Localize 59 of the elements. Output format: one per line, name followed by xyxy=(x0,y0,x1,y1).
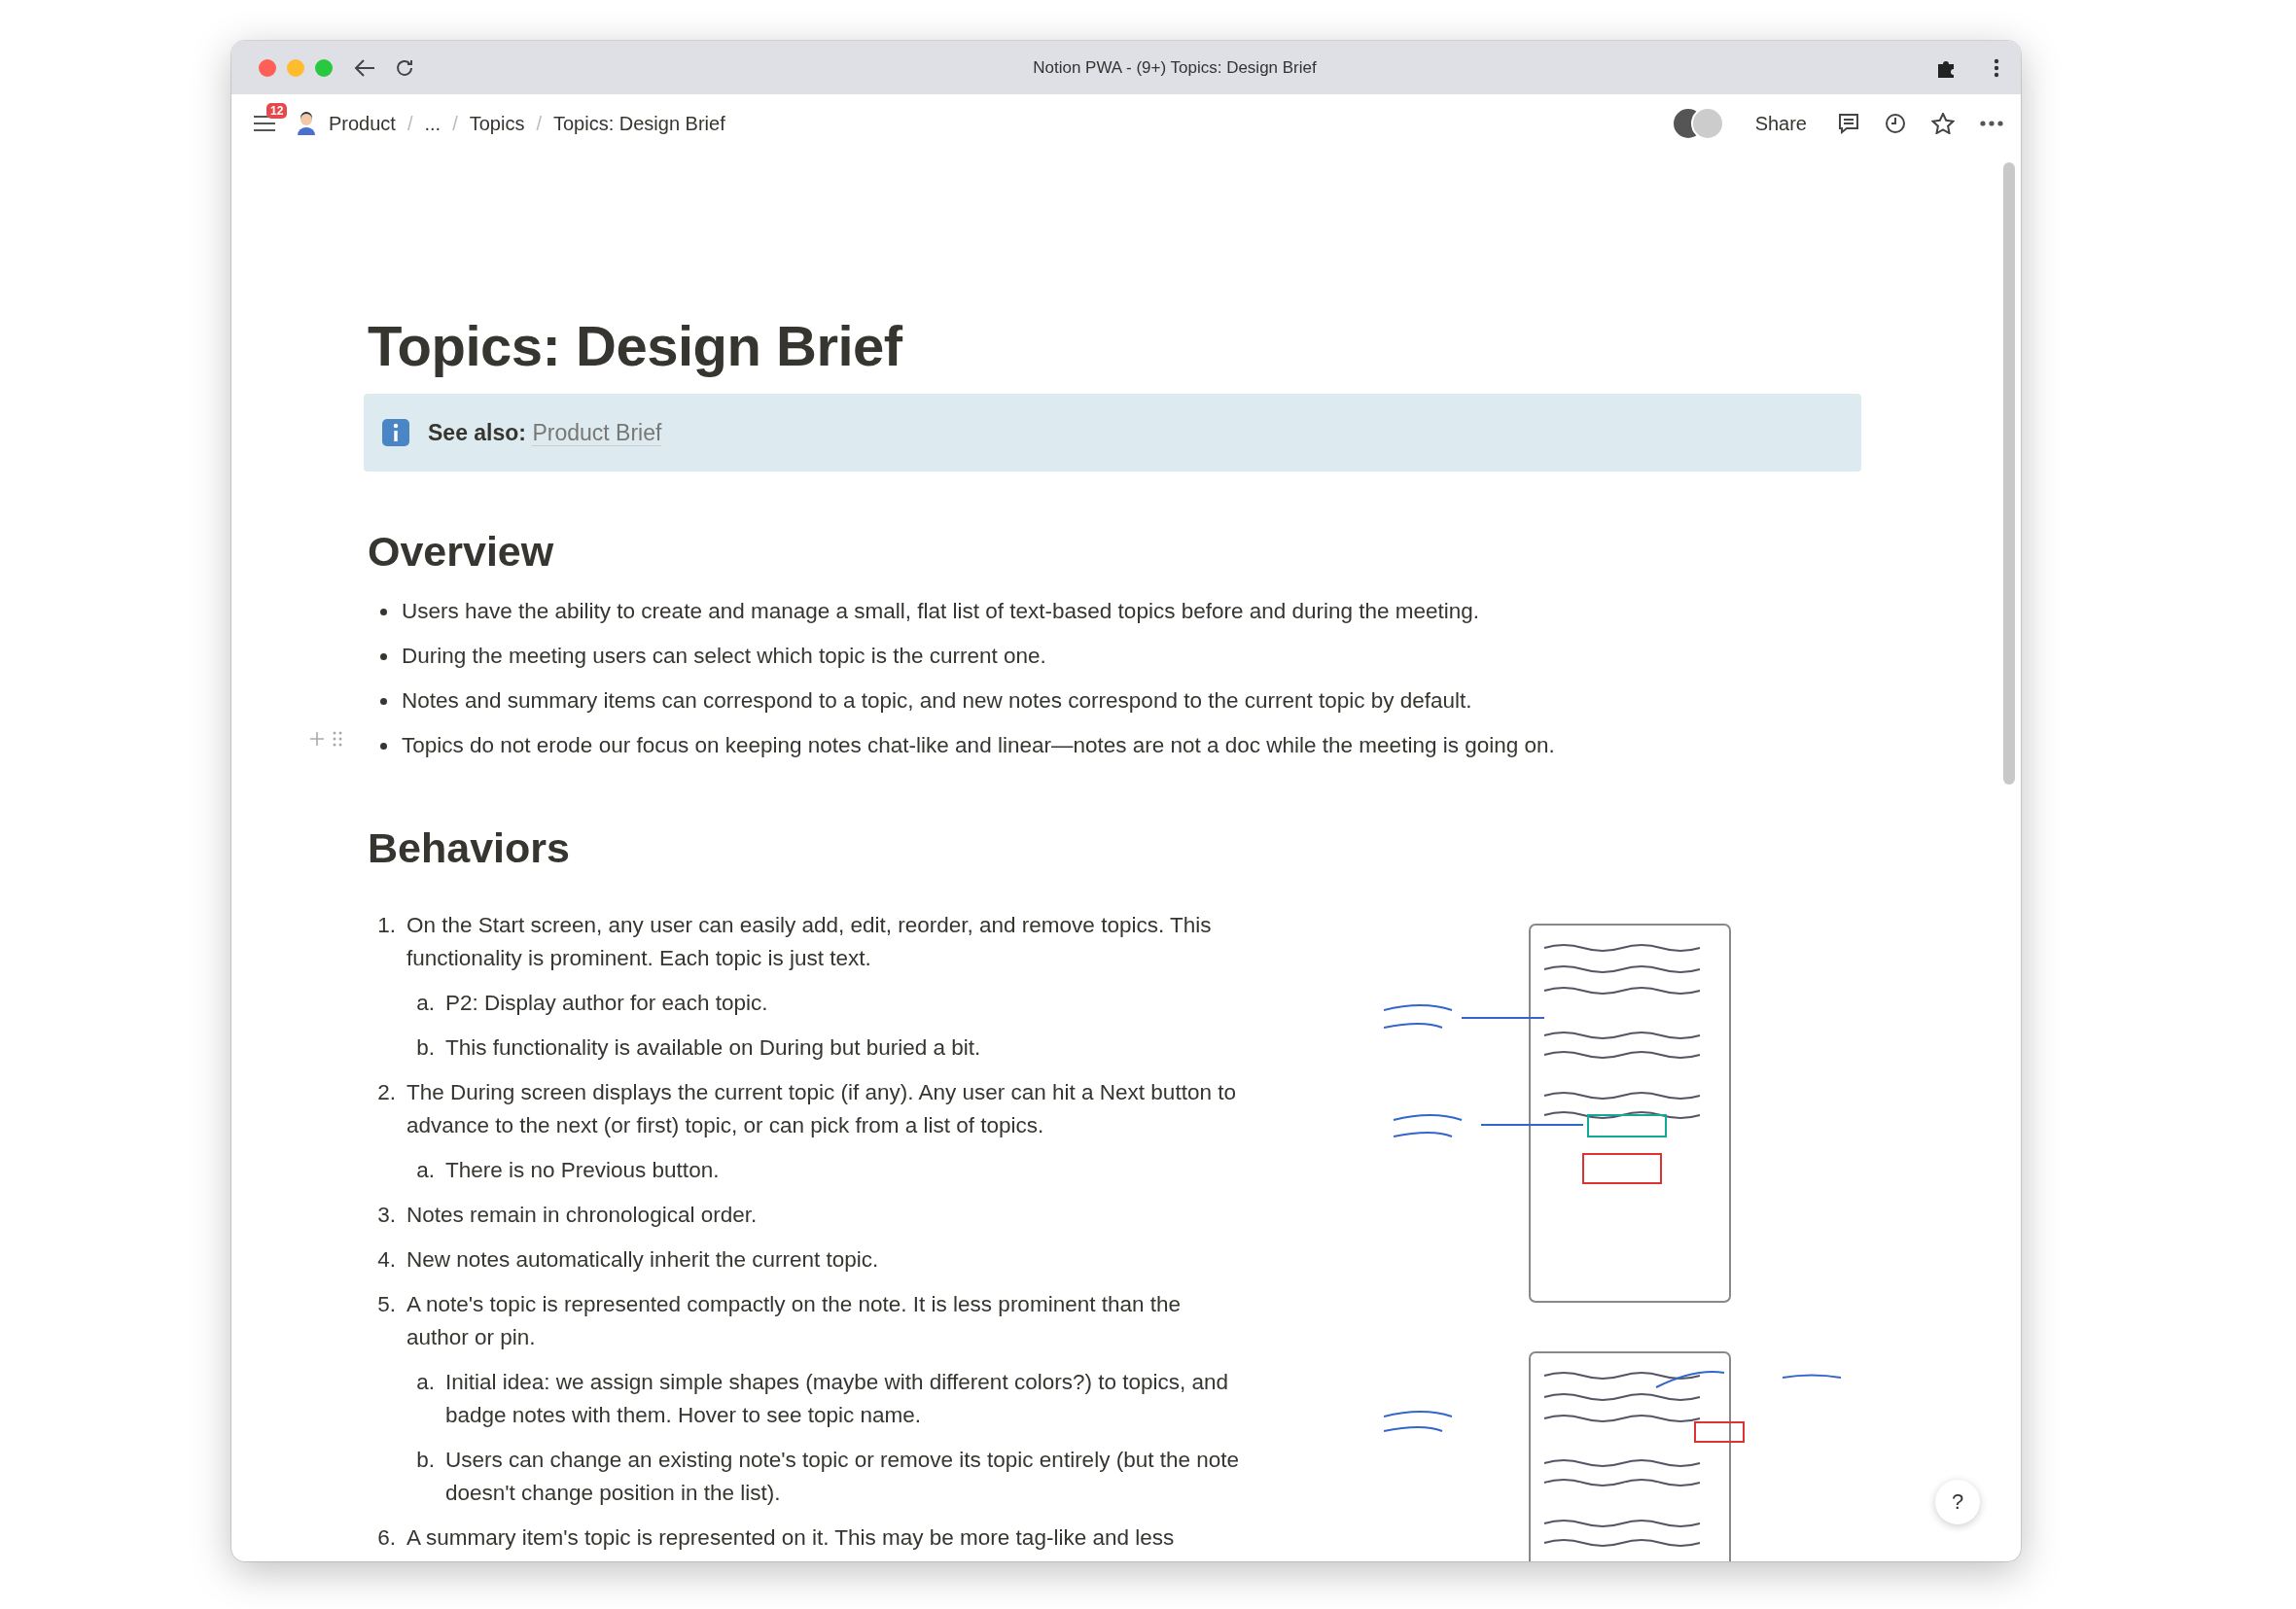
breadcrumb-link[interactable]: ... xyxy=(424,112,442,135)
scrollbar-thumb[interactable] xyxy=(2003,162,2015,785)
list-item-text: A summary item's topic is represented on it. This may be more tag-like and less xyxy=(406,1524,1175,1552)
list-marker: a. xyxy=(415,990,436,1017)
share-button[interactable]: Share xyxy=(1748,108,1813,139)
help-button[interactable]: ? xyxy=(1935,1480,1980,1524)
breadcrumb-separator: / xyxy=(406,112,413,135)
list-marker: b. xyxy=(415,1034,436,1062)
window-title: Notion PWA - (9+) Topics: Design Brief xyxy=(1032,57,1318,78)
section-heading: Overview xyxy=(368,527,555,577)
list-item-text: P2: Display author for each topic. xyxy=(445,990,768,1017)
reload-icon[interactable] xyxy=(395,57,414,78)
notification-badge: 12 xyxy=(266,103,288,119)
comment-icon[interactable] xyxy=(1838,113,1859,134)
breadcrumb-link[interactable]: Product xyxy=(329,112,396,135)
list-marker: 3. xyxy=(376,1202,397,1229)
list-item-text: Users can change an existing note's topic or remove its topic entirely (but the note doesn't change position in the list). xyxy=(445,1447,1240,1507)
more-icon[interactable] xyxy=(1980,121,2003,126)
list-item-text: This functionality is available on During but buried a bit. xyxy=(445,1034,981,1062)
list-item-text: Notes and summary items can correspond to a topic, and new notes correspond to the current topic by default. xyxy=(402,687,1472,715)
list-marker: 6. xyxy=(376,1524,397,1552)
info-icon xyxy=(381,418,410,447)
list-item-text: During the meeting users can select which topic is the current one. xyxy=(402,643,1046,670)
list-item-text: Topics do not erode our focus on keeping notes chat-like and linear—notes are not a doc while the meeting is going on. xyxy=(402,732,1555,759)
list-item-text: The During screen displays the current topic (if any). Any user can hit a Next button to advance to the next (or first) topic, or can pick from a list of topics. xyxy=(406,1079,1237,1139)
list-marker: 4. xyxy=(376,1246,397,1274)
page-link[interactable]: Product Brief xyxy=(532,419,662,446)
list-item-text: On the Start screen, any user can easily add, edit, reorder, and remove topics. This functionality is prominent. Each topic is just text. xyxy=(406,912,1213,972)
breadcrumb-separator: / xyxy=(452,112,458,135)
page-title: Topics: Design Brief xyxy=(368,313,904,378)
drag-handle-icon[interactable] xyxy=(333,731,342,747)
bullet-icon xyxy=(380,609,387,615)
list-marker: 2. xyxy=(376,1079,397,1106)
list-item-text: There is no Previous button. xyxy=(445,1157,720,1184)
list-item-text: A note's topic is represented compactly on the note. It is less prominent than the author or pin. xyxy=(406,1291,1182,1351)
more-vertical-icon[interactable] xyxy=(1994,57,1999,78)
menu-icon[interactable] xyxy=(253,115,276,132)
back-icon[interactable] xyxy=(354,57,375,78)
bullet-icon xyxy=(380,743,387,750)
list-marker: a. xyxy=(415,1157,436,1184)
breadcrumb-link[interactable]: Topics xyxy=(469,112,525,135)
bullet-icon xyxy=(380,698,387,705)
avatar xyxy=(1690,107,1724,140)
breadcrumb-separator: / xyxy=(536,112,542,135)
section-heading: Behaviors xyxy=(368,823,571,873)
bullet-icon xyxy=(380,653,387,660)
callout-text: See also: Product Brief xyxy=(428,419,662,446)
breadcrumb-link[interactable]: Topics: Design Brief xyxy=(553,112,725,135)
list-marker: 1. xyxy=(376,912,397,939)
star-icon[interactable] xyxy=(1931,113,1955,134)
list-item-text: New notes automatically inherit the current topic. xyxy=(406,1246,879,1274)
list-marker: 5. xyxy=(376,1291,397,1318)
person-icon xyxy=(296,112,317,135)
list-marker: a. xyxy=(415,1369,436,1396)
clock-icon[interactable] xyxy=(1885,113,1906,134)
list-marker: b. xyxy=(415,1447,436,1474)
list-item-text: Users have the ability to create and manage a small, flat list of text-based topics before and during the meeting. xyxy=(402,598,1480,625)
list-item-text: Initial idea: we assign simple shapes (maybe with different colors?) to topics, and badge notes with them. Hover to see topic name. xyxy=(445,1369,1229,1429)
list-item-text: Notes remain in chronological order. xyxy=(406,1202,758,1229)
